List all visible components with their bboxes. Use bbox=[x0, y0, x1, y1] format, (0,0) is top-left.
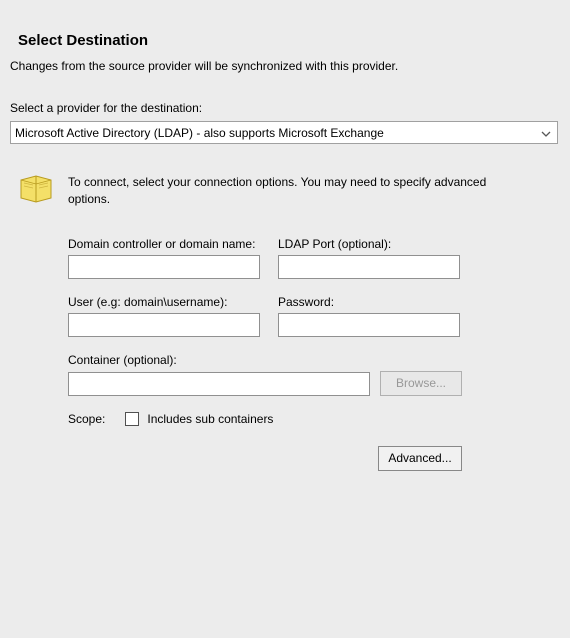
scope-label: Scope: bbox=[68, 412, 105, 426]
browse-button[interactable]: Browse... bbox=[380, 371, 462, 396]
includes-sub-checkbox[interactable]: Includes sub containers bbox=[125, 412, 273, 426]
password-label: Password: bbox=[278, 295, 460, 309]
provider-selected-value: Microsoft Active Directory (LDAP) - also… bbox=[15, 126, 384, 140]
container-label: Container (optional): bbox=[68, 353, 560, 367]
password-input[interactable] bbox=[278, 313, 460, 337]
domain-controller-input[interactable] bbox=[68, 255, 260, 279]
chevron-down-icon bbox=[541, 126, 551, 140]
advanced-button[interactable]: Advanced... bbox=[378, 446, 462, 471]
page-title: Select Destination bbox=[18, 32, 560, 49]
container-input[interactable] bbox=[68, 372, 370, 396]
domain-controller-label: Domain controller or domain name: bbox=[68, 237, 260, 251]
provider-select[interactable]: Microsoft Active Directory (LDAP) - also… bbox=[10, 121, 558, 144]
info-text: To connect, select your connection optio… bbox=[68, 172, 488, 209]
user-input[interactable] bbox=[68, 313, 260, 337]
page-description: Changes from the source provider will be… bbox=[10, 59, 560, 73]
checkbox-box-icon bbox=[125, 412, 139, 426]
book-icon bbox=[18, 172, 56, 204]
user-label: User (e.g: domain\username): bbox=[68, 295, 260, 309]
ldap-port-input[interactable] bbox=[278, 255, 460, 279]
includes-sub-label: Includes sub containers bbox=[147, 412, 273, 426]
ldap-port-label: LDAP Port (optional): bbox=[278, 237, 460, 251]
provider-label: Select a provider for the destination: bbox=[10, 101, 560, 115]
